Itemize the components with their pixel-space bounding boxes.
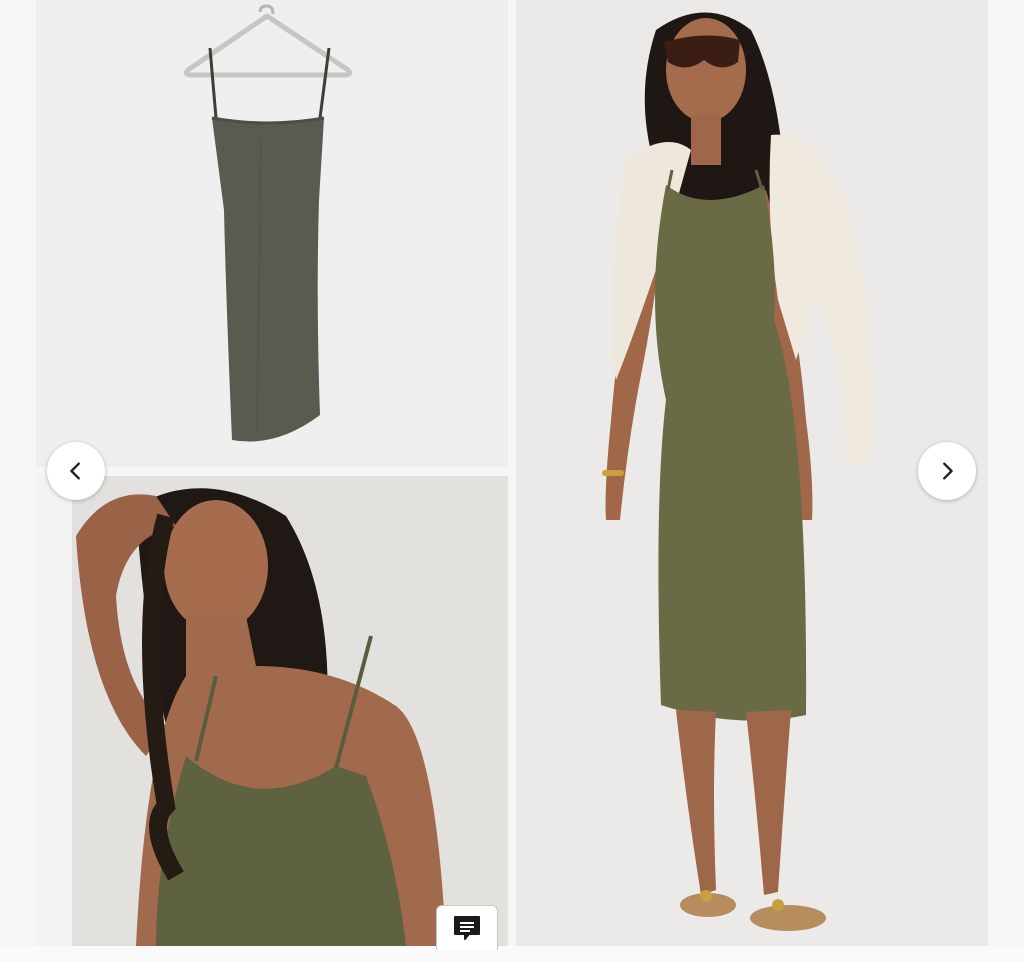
next-image-button[interactable] (918, 442, 976, 500)
previous-image-button[interactable] (47, 442, 105, 500)
chat-icon (454, 916, 480, 940)
gallery-image-dress-on-hanger[interactable] (36, 0, 508, 467)
gallery-image-model-closeup[interactable] (36, 476, 508, 946)
chevron-right-icon (943, 462, 953, 480)
product-gallery (0, 0, 1024, 962)
chevron-left-icon (70, 462, 80, 480)
chat-button[interactable] (436, 905, 498, 950)
gallery-bottom-edge (0, 946, 1024, 962)
model-closeup-image (36, 476, 508, 946)
dress-on-hanger-image (36, 0, 508, 467)
